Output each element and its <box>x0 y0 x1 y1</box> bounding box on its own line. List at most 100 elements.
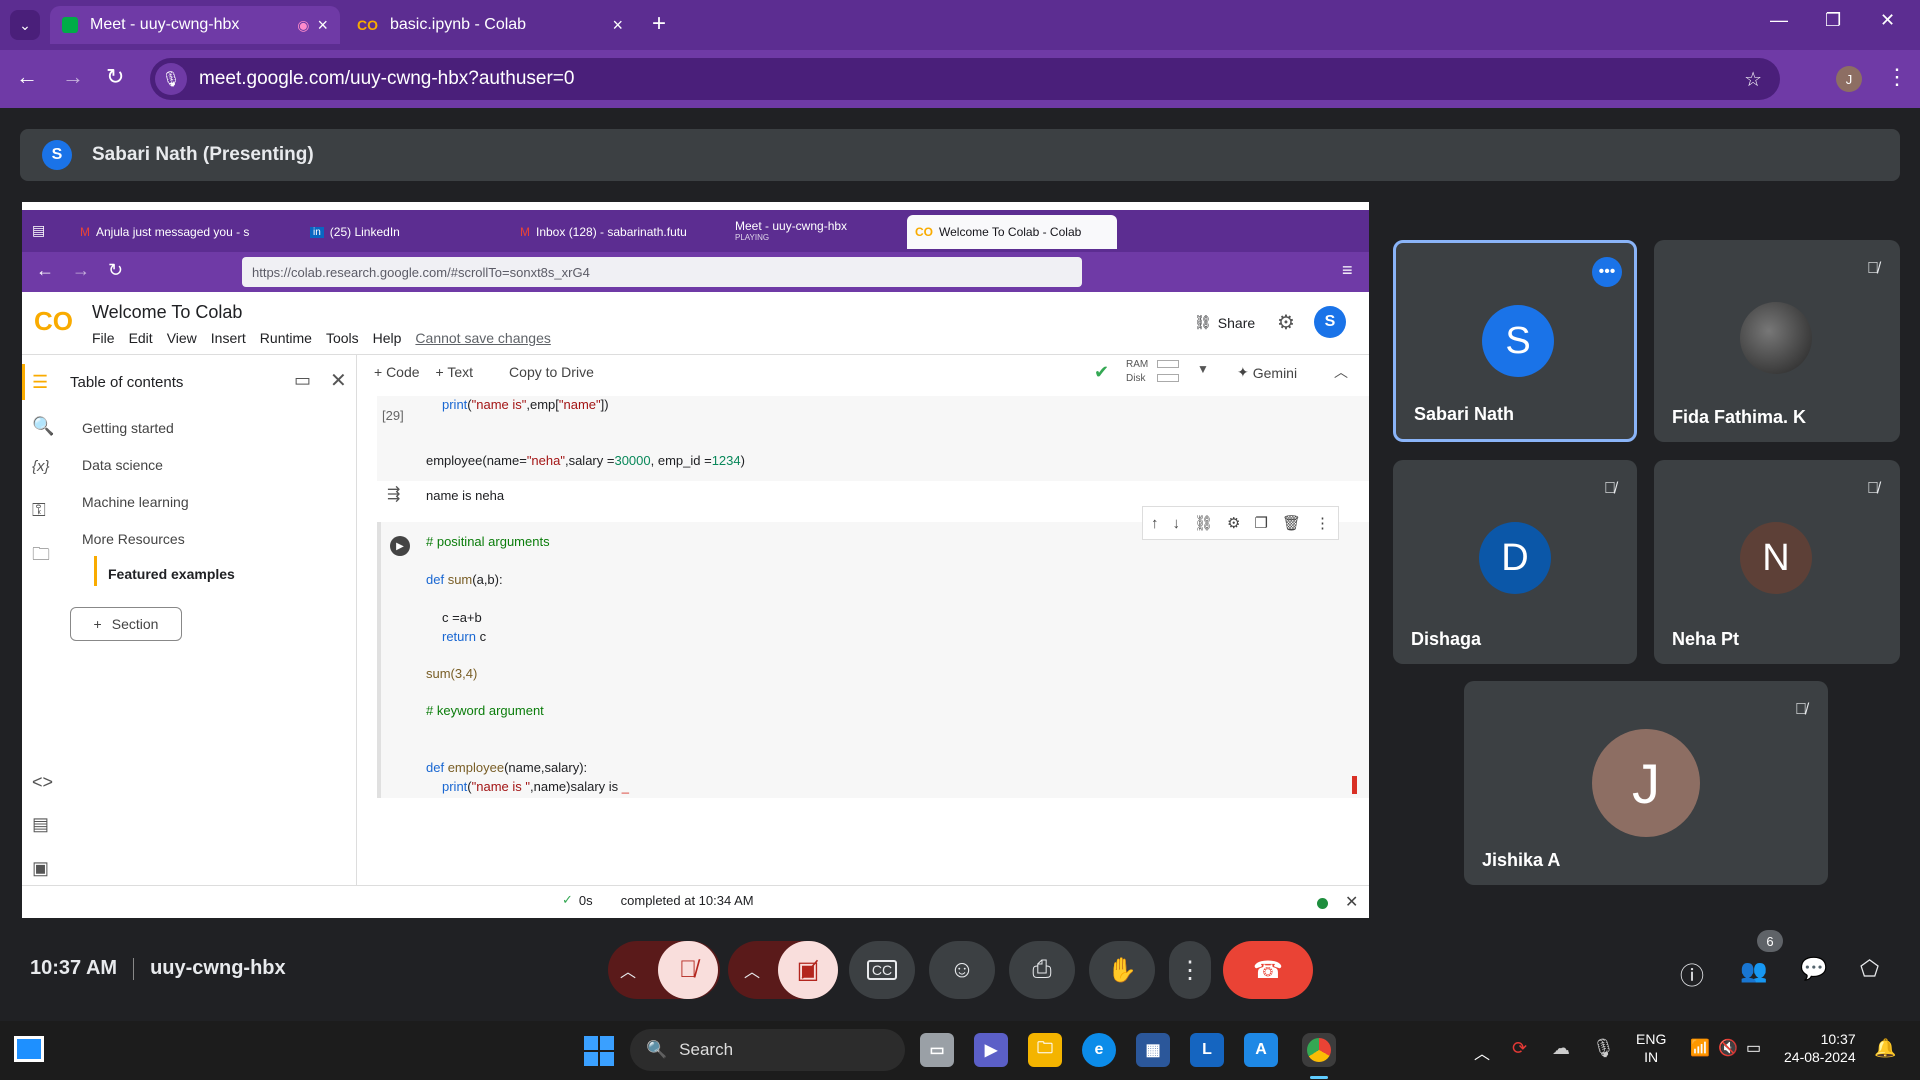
command-palette-icon: ▤ <box>32 814 50 834</box>
gemini-label: Gemini <box>1252 364 1298 381</box>
close-icon: ✕ <box>1345 894 1359 911</box>
minimize-button[interactable]: — <box>1770 10 1788 31</box>
raise-hand-button[interactable]: ✋ <box>1089 941 1155 999</box>
share-label: Share <box>1217 314 1256 331</box>
taskbar-search[interactable]: 🔍 Search <box>630 1029 905 1071</box>
link-icon: ⛓ <box>1194 515 1214 532</box>
chrome-icon[interactable] <box>1302 1033 1336 1067</box>
microphone-icon[interactable]: 🎙 <box>1592 1038 1615 1059</box>
activities-icon[interactable]: ⬠ <box>1860 956 1879 982</box>
colab-icon: CO <box>357 17 378 33</box>
wifi-icon[interactable]: 📶 <box>1690 1038 1710 1058</box>
toc-item: Data science <box>82 457 163 473</box>
onedrive-icon[interactable]: ☁ <box>1552 1038 1570 1059</box>
tab-meet[interactable]: Meet - uuy-cwng-hbx ◉ × <box>50 6 340 44</box>
toc-item-active: Featured examples <box>108 566 235 582</box>
close-icon[interactable]: × <box>612 15 623 36</box>
restore-button[interactable]: ❐ <box>1825 10 1841 31</box>
back-button[interactable]: ← <box>16 64 38 90</box>
volume-muted-icon[interactable]: 🔇 <box>1718 1038 1738 1058</box>
browser-menu-icon[interactable]: ⋮ <box>1886 64 1908 90</box>
new-tab-button[interactable]: + <box>652 10 666 38</box>
delete-icon: 🗑 <box>1281 515 1301 532</box>
mic-toggle-button[interactable]: 🎙̸ <box>658 941 718 999</box>
file-explorer-icon[interactable]: 🗀 <box>1028 1033 1062 1067</box>
edge-icon[interactable]: e <box>1082 1033 1116 1067</box>
move-down-icon: ↓ <box>1172 514 1181 532</box>
participant-tile[interactable]: D 🎙̸ Dishaga <box>1393 460 1637 664</box>
notebook-title: Welcome To Colab <box>92 302 243 322</box>
menu-file: File <box>92 330 115 346</box>
close-icon: ✕ <box>330 370 347 392</box>
site-info-icon[interactable]: 🎙 <box>155 63 187 95</box>
leave-call-button[interactable]: ☎ <box>1223 941 1313 999</box>
shared-tab-title: Meet - uuy-cwng-hbx <box>735 219 848 233</box>
people-icon[interactable]: 👥 <box>1740 958 1767 984</box>
presenter-avatar: S <box>42 140 72 170</box>
notification-bell-icon[interactable]: 🔔 <box>1874 1038 1896 1059</box>
language-indicator[interactable]: ENG IN <box>1636 1030 1666 1066</box>
tab-colab[interactable]: CO basic.ipynb - Colab × <box>345 6 635 44</box>
mic-off-icon: 🎙̸ <box>1795 701 1807 718</box>
search-label: Search <box>679 1040 734 1059</box>
participant-tile[interactable]: N 🎙̸ Neha Pt <box>1654 460 1900 664</box>
more-options-icon[interactable]: ••• <box>1592 257 1622 287</box>
code-line: employee(name="neha",salary =30000, emp_… <box>426 453 745 468</box>
mic-off-icon: 🎙̸ <box>1867 480 1879 497</box>
forward-button[interactable]: → <box>62 64 84 90</box>
sync-icon[interactable]: ⟳ <box>1512 1038 1527 1059</box>
clock[interactable]: 10:37 24-08-2024 <box>1784 1030 1856 1066</box>
terminal-icon: ▣ <box>32 858 50 878</box>
widgets-icon[interactable] <box>14 1036 44 1062</box>
gmail-icon: M <box>80 225 90 239</box>
folder-icon: 🗀 <box>32 544 50 564</box>
battery-icon[interactable]: ▭ <box>1746 1038 1761 1058</box>
colab-avatar: S <box>1314 306 1346 338</box>
store-icon[interactable]: ▦ <box>1136 1033 1170 1067</box>
profile-avatar[interactable]: J <box>1836 66 1862 92</box>
link-icon: ⛓ <box>1194 314 1212 330</box>
reload-button[interactable]: ↻ <box>106 64 124 90</box>
meeting-info: 10:37 AM uuy-cwng-hbx <box>30 957 286 980</box>
tab-search-icon[interactable]: ⌄ <box>10 10 40 40</box>
participant-name: Neha Pt <box>1672 629 1740 649</box>
more-vert-icon: ⋮ <box>1178 956 1202 984</box>
check-icon: ✓ <box>562 892 573 907</box>
code-line: def sum(a,b): <box>426 572 503 587</box>
captions-button[interactable]: CC <box>849 941 915 999</box>
show-hidden-icons[interactable]: ︿ <box>1474 1040 1490 1064</box>
present-button[interactable]: ⎙ <box>1009 941 1075 999</box>
region-label: IN <box>1644 1049 1659 1065</box>
participant-name: Fida Fathima. K <box>1672 407 1807 427</box>
camera-toggle-button[interactable]: ▣̸ <box>778 941 838 999</box>
taskbar <box>0 1021 1920 1080</box>
participant-avatar: N <box>1740 522 1812 594</box>
more-options-button[interactable]: ⋮ <box>1169 941 1211 999</box>
participant-tile[interactable]: 🎙̸ Fida Fathima. K <box>1654 240 1900 442</box>
windows-start-icon[interactable] <box>584 1036 614 1066</box>
hand-icon: ✋ <box>1107 956 1137 984</box>
menu-runtime: Runtime <box>259 330 312 346</box>
cell-actions: ↑ ↓ ⛓ ⚙ ❐ 🗑 ⋮ <box>1142 506 1339 540</box>
mic-options-icon[interactable]: ︿ <box>620 958 636 982</box>
participant-tile[interactable]: J 🎙̸ Jishika A <box>1464 681 1828 885</box>
meeting-details-icon[interactable]: ⓘ <box>1680 956 1704 991</box>
camera-options-icon[interactable]: ︿ <box>744 958 760 982</box>
tab-title: Meet - uuy-cwng-hbx <box>90 16 240 33</box>
bookmark-star-icon[interactable]: ☆ <box>1744 67 1762 92</box>
teams-icon[interactable]: ▶ <box>974 1033 1008 1067</box>
meeting-time: 10:37 AM <box>30 957 118 979</box>
close-window-button[interactable]: ✕ <box>1880 10 1895 31</box>
app-icon[interactable]: A <box>1244 1033 1278 1067</box>
reactions-button[interactable]: ☺ <box>929 941 995 999</box>
participant-name: Dishaga <box>1411 629 1482 649</box>
error-marker <box>1352 776 1357 794</box>
url-bar[interactable]: 🎙 meet.google.com/uuy-cwng-hbx?authuser=… <box>150 58 1780 100</box>
close-icon[interactable]: × <box>317 15 328 36</box>
gmail-icon: M <box>520 225 530 239</box>
task-view-icon[interactable]: ▭ <box>920 1033 954 1067</box>
app-l-icon[interactable]: L <box>1190 1033 1224 1067</box>
participant-tile[interactable]: S ••• Sabari Nath <box>1393 240 1637 442</box>
chat-icon[interactable]: 💬 <box>1800 956 1827 982</box>
mic-off-icon: 🎙̸ <box>679 956 697 983</box>
